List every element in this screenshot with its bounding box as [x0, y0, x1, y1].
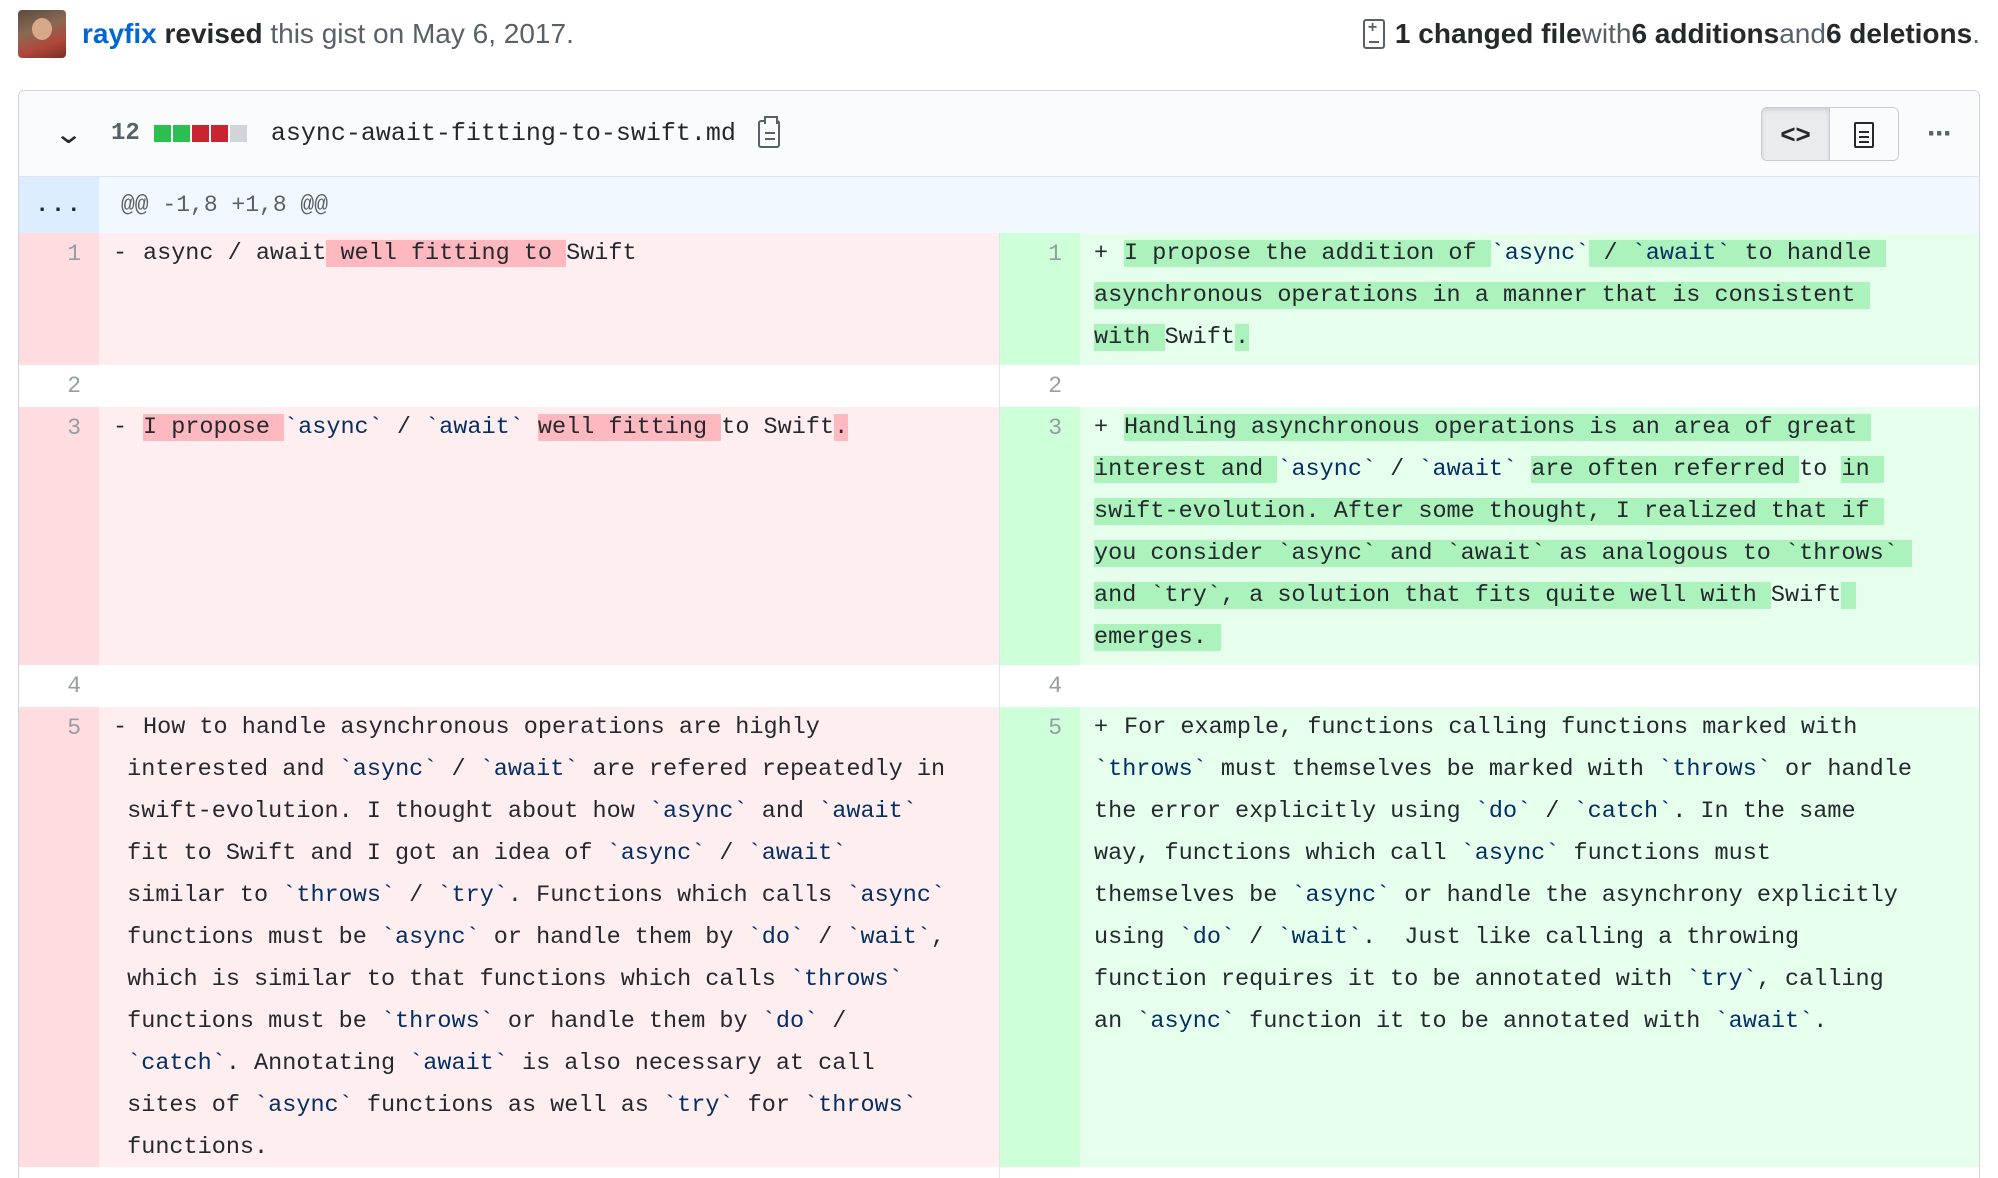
file-diff: ⌄ 12 async-await-fitting-to-swift.md <> … — [18, 90, 1980, 1178]
code-line — [1080, 365, 1979, 407]
changed-files-count: 1 changed file — [1394, 18, 1582, 49]
code-line: + I propose the addition of `async` / `aw… — [1080, 233, 1979, 365]
line-number[interactable]: 5 — [19, 707, 99, 1167]
diff-row: 2 2 — [19, 365, 1979, 407]
code-line — [1080, 665, 1979, 707]
code-line: + Handling asynchronous operations is an … — [1080, 407, 1979, 665]
context-line: 4 — [999, 665, 1979, 707]
code-line: + For example, functions calling function… — [1080, 707, 1979, 1167]
context-line: 2 — [999, 365, 1979, 407]
line-number[interactable]: 3 — [19, 407, 99, 665]
code-line — [99, 665, 999, 707]
stats-and: and — [1779, 18, 1826, 49]
hunk-info: @@ -1,8 +1,8 @@ — [121, 192, 329, 218]
hunk-header: ... @@ -1,8 +1,8 @@ — [19, 177, 1979, 233]
code-line — [99, 365, 999, 407]
rich-view-button[interactable] — [1830, 107, 1898, 160]
diff-row: 4 4 — [19, 665, 1979, 707]
file-name[interactable]: async-await-fitting-to-swift.md — [271, 119, 736, 148]
deleted-line: 3 -I propose `async` / `await` well fitt… — [19, 407, 999, 665]
diffstat-block — [153, 125, 171, 142]
revision-summary: rayfix revised this gist on May 6, 2017. — [82, 18, 574, 50]
avatar[interactable] — [18, 10, 66, 58]
chevron-down-icon[interactable]: ⌄ — [53, 117, 84, 150]
context-line: 2 — [19, 365, 999, 407]
view-toggle: <> — [1761, 106, 1899, 161]
change-count: 12 — [111, 120, 140, 147]
added-line: 5 + For example, functions calling functi… — [999, 707, 1979, 1167]
line-number[interactable]: 4 — [19, 665, 99, 707]
diff-row: 6 6 — [19, 1167, 1979, 1178]
revision-verb: revised — [164, 18, 263, 49]
diff-row: 1 - async / await well fitting to Swift 1… — [19, 233, 1979, 365]
diffstat-blocks — [153, 125, 247, 142]
expand-button[interactable]: ... — [19, 177, 99, 233]
context-line: 6 — [19, 1167, 999, 1178]
line-number[interactable]: 6 — [19, 1167, 99, 1178]
diffstat-block — [229, 125, 247, 142]
diffstat-block — [191, 125, 209, 142]
file-header: ⌄ 12 async-await-fitting-to-swift.md <> … — [19, 91, 1979, 177]
context-line: 4 — [19, 665, 999, 707]
deleted-line: 1 - async / await well fitting to Swift — [19, 233, 999, 365]
diff-stats: 1 changed file with 6 additions and 6 de… — [1362, 18, 1980, 50]
user-link[interactable]: rayfix — [82, 18, 157, 49]
revision-header: rayfix revised this gist on May 6, 2017.… — [18, 10, 1980, 58]
copy-clipboard-icon[interactable] — [757, 115, 780, 148]
line-number[interactable]: 2 — [19, 365, 99, 407]
line-number[interactable]: 1 — [19, 233, 99, 365]
diffstat-block — [210, 125, 228, 142]
context-line: 6 — [999, 1167, 1979, 1178]
diff-row: 3 -I propose `async` / `await` well fitt… — [19, 407, 1979, 665]
source-view-button[interactable]: <> — [1762, 107, 1830, 160]
code-line: -I propose `async` / `await` well fittin… — [99, 407, 999, 665]
file-diff-icon — [1362, 19, 1385, 49]
code-line — [99, 1167, 999, 1178]
line-number[interactable]: 4 — [1000, 665, 1080, 707]
code-line — [1080, 1167, 1979, 1178]
deleted-line: 5 - How to handle asynchronous operations… — [19, 707, 999, 1167]
revision-date: this gist on May 6, 2017. — [262, 18, 574, 49]
additions-count: 6 additions — [1631, 18, 1780, 49]
added-line: 3 + Handling asynchronous operations is a… — [999, 407, 1979, 665]
code-line: - async / await well fitting to Swift — [99, 233, 999, 365]
stats-with: with — [1581, 18, 1632, 49]
more-options-icon[interactable]: ··· — [1899, 117, 1979, 151]
line-number[interactable]: 5 — [1000, 707, 1080, 1167]
line-number[interactable]: 6 — [1000, 1167, 1080, 1178]
document-icon — [1854, 121, 1874, 148]
line-number[interactable]: 3 — [1000, 407, 1080, 665]
deletions-count: 6 deletions — [1825, 18, 1973, 49]
diffstat-block — [172, 125, 190, 142]
added-line: 1 + I propose the addition of `async` / `… — [999, 233, 1979, 365]
line-number[interactable]: 1 — [1000, 233, 1080, 365]
code-line: - How to handle asynchronous operations a… — [99, 707, 999, 1167]
diff-row: 5 - How to handle asynchronous operations… — [19, 707, 1979, 1167]
line-number[interactable]: 2 — [1000, 365, 1080, 407]
stats-period: . — [1972, 18, 1980, 49]
